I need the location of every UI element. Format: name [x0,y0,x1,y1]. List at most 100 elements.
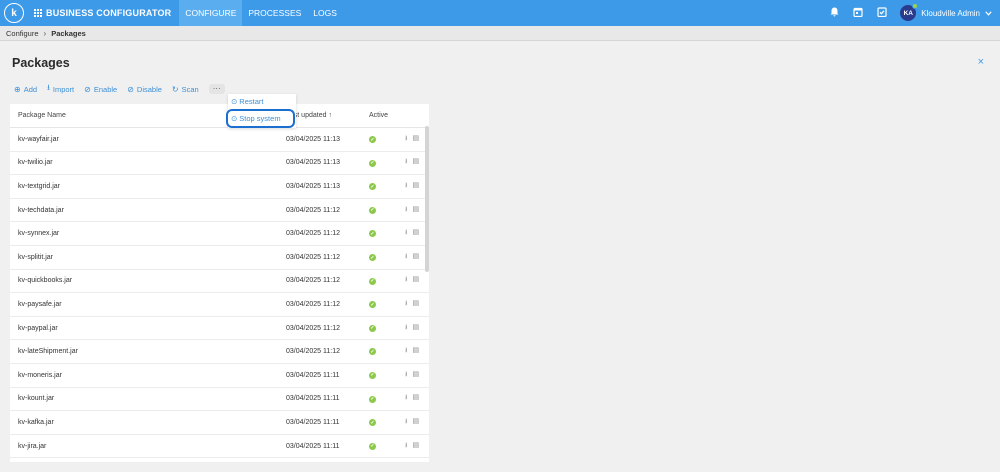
menu-item-stop-system[interactable]: ⊙ Stop system [226,109,295,128]
stop-system-label: Stop system [239,114,281,123]
package-name: kv-quickbooks.jar [18,277,73,285]
chevron-right-icon: › [43,28,47,38]
last-updated: 03/04/2025 11:13 [286,159,340,167]
table-row[interactable]: kv-synnex.jar 03/04/2025 11:12 ✓ ⭳ ▤ [10,222,429,246]
table-row[interactable]: kv-splitit.jar 03/04/2025 11:12 ✓ ⭳ ▤ [10,246,429,270]
user-name: Kloudville Admin [921,8,980,18]
scan-button[interactable]: ↻ Scan [172,85,199,94]
download-icon[interactable]: ⭳ [405,228,407,239]
details-icon[interactable]: ▤ [412,441,419,452]
active-status: ✓ [360,301,405,309]
disable-button[interactable]: ⊘ Disable [127,85,162,94]
package-name: kv-kount.jar [18,395,55,403]
last-updated: 03/04/2025 11:11 [286,442,340,450]
details-icon[interactable]: ▤ [412,205,419,216]
table-row[interactable]: kv-moneris.jar 03/04/2025 11:11 ✓ ⭳ ▤ [10,364,429,388]
header-active[interactable]: Active [360,112,405,119]
row-actions: ⭳ ▤ [405,252,419,263]
active-status: ✓ [360,230,405,238]
download-icon[interactable]: ⭳ [405,157,407,168]
table-row[interactable]: kv-paypal.jar 03/04/2025 11:12 ✓ ⭳ ▤ [10,317,429,341]
check-circle-icon: ✓ [369,442,376,450]
check-circle-icon: ✓ [369,371,376,379]
add-button[interactable]: ⊕ Add [14,85,37,94]
menu-item-restart[interactable]: ⊙ Restart [228,94,296,109]
check-circle-icon: ✓ [369,348,376,356]
table-row[interactable]: kv-jira.jar 03/04/2025 11:11 ✓ ⭳ ▤ [10,435,429,459]
download-icon[interactable]: ⭳ [405,323,407,334]
apps-grid-icon [34,9,42,17]
table-row[interactable]: kv-paysafe.jar 03/04/2025 11:12 ✓ ⭳ ▤ [10,293,429,317]
import-button[interactable]: ⭳ Import [47,82,74,96]
details-icon[interactable]: ▤ [412,299,419,310]
download-icon[interactable]: ⭳ [405,393,407,404]
details-icon[interactable]: ▤ [412,275,419,286]
main-nav: CONFIGURE PROCESSES LOGS [179,0,343,26]
download-icon[interactable]: ⭳ [405,252,407,263]
table-scrollbar[interactable] [425,126,429,272]
last-updated: 03/04/2025 11:11 [286,418,340,426]
table-row[interactable]: kv-quickbooks.jar 03/04/2025 11:12 ✓ ⭳ ▤ [10,270,429,294]
table-body: kv-wayfair.jar 03/04/2025 11:13 ✓ ⭳ ▤ kv-twil… [10,128,429,459]
nav-logs[interactable]: LOGS [307,0,343,26]
last-updated: 03/04/2025 11:12 [286,277,340,285]
details-icon[interactable]: ▤ [412,323,419,334]
details-icon[interactable]: ▤ [412,157,419,168]
table-row[interactable]: kv-kafka.jar 03/04/2025 11:11 ✓ ⭳ ▤ [10,411,429,435]
table-row[interactable]: kv-lateShipment.jar 03/04/2025 11:12 ✓ ⭳ ▤ [10,340,429,364]
last-updated: 03/04/2025 11:13 [286,135,340,143]
details-icon[interactable]: ▤ [412,393,419,404]
more-actions-button[interactable]: ··· [208,84,225,94]
details-icon[interactable]: ▤ [412,134,419,145]
active-status: ✓ [360,419,405,427]
download-icon[interactable]: ⭳ [405,205,407,216]
calendar-icon[interactable] [852,7,864,20]
download-icon[interactable]: ⭳ [405,275,407,286]
bell-icon[interactable] [828,7,840,20]
download-icon[interactable]: ⭳ [405,346,407,357]
details-icon[interactable]: ▤ [412,252,419,263]
check-circle-icon: ✓ [369,183,376,191]
checklist-icon[interactable] [876,6,888,20]
package-name: kv-twilio.jar [18,159,53,167]
close-icon[interactable]: × [978,56,984,68]
download-icon[interactable]: ⭳ [405,417,407,428]
user-menu[interactable]: KA Kloudville Admin [900,3,992,21]
table-row[interactable]: kv-techdata.jar 03/04/2025 11:12 ✓ ⭳ ▤ [10,199,429,223]
restart-icon: ⊙ [231,97,238,106]
download-icon[interactable]: ⭳ [405,441,407,452]
row-actions: ⭳ ▤ [405,393,419,404]
check-circle-icon: ✓ [369,254,376,262]
check-circle-icon: ✓ [369,230,376,238]
app-switcher[interactable]: BUSINESS CONFIGURATOR [34,8,171,18]
header-last-updated[interactable]: Last updated ↑ [286,112,360,119]
details-icon[interactable]: ▤ [412,417,419,428]
download-icon[interactable]: ⭳ [405,134,407,145]
last-updated: 03/04/2025 11:12 [286,324,340,332]
details-icon[interactable]: ▤ [412,181,419,192]
package-name: kv-synnex.jar [18,230,60,238]
nav-processes[interactable]: PROCESSES [242,0,307,26]
download-icon[interactable]: ⭳ [405,299,407,310]
download-icon[interactable]: ⭳ [405,181,407,192]
details-icon[interactable]: ▤ [412,228,419,239]
details-icon[interactable]: ▤ [412,346,419,357]
enable-button[interactable]: ⊘ Enable [84,85,117,94]
active-status: ✓ [360,277,405,285]
package-name: kv-paypal.jar [18,324,58,332]
details-icon[interactable]: ▤ [412,370,419,381]
breadcrumb-current: Packages [51,28,86,38]
table-row[interactable]: kv-twilio.jar 03/04/2025 11:13 ✓ ⭳ ▤ [10,152,429,176]
table-row[interactable]: kv-wayfair.jar 03/04/2025 11:13 ✓ ⭳ ▤ [10,128,429,152]
breadcrumb-configure[interactable]: Configure [6,29,39,38]
check-circle-icon: ✓ [369,395,376,403]
nav-configure[interactable]: CONFIGURE [179,0,243,26]
package-name: kv-kafka.jar [18,418,54,426]
download-icon[interactable]: ⭳ [405,370,407,381]
table-row[interactable]: kv-textgrid.jar 03/04/2025 11:13 ✓ ⭳ ▤ [10,175,429,199]
check-circle-icon: ✓ [369,136,376,144]
table-row[interactable]: kv-kount.jar 03/04/2025 11:11 ✓ ⭳ ▤ [10,388,429,412]
check-circle-icon: ✓ [369,324,376,332]
app-logo-icon[interactable]: k [4,3,24,23]
row-actions: ⭳ ▤ [405,370,419,381]
